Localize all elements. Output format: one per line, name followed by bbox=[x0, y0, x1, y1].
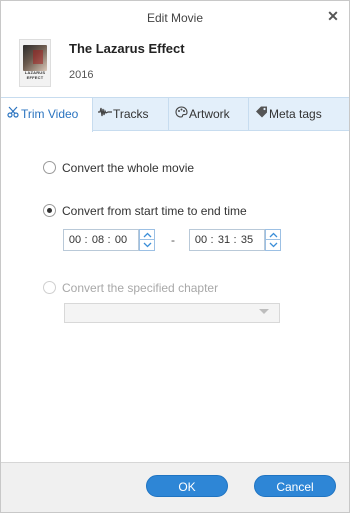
ok-button[interactable]: OK bbox=[146, 475, 228, 497]
start-minutes[interactable]: 08 bbox=[90, 230, 106, 250]
tag-icon bbox=[253, 98, 269, 130]
tab-bar: Trim Video Tracks Artwork Meta tags bbox=[1, 97, 349, 132]
tab-label: Meta tags bbox=[269, 107, 322, 121]
time-range-separator: - bbox=[171, 233, 175, 247]
start-increment-button[interactable] bbox=[139, 229, 155, 240]
title-bar: Edit Movie ✕ bbox=[1, 1, 349, 35]
end-increment-button[interactable] bbox=[265, 229, 281, 240]
chevron-down-icon bbox=[269, 242, 278, 248]
option-label: Convert from start time to end time bbox=[62, 204, 247, 218]
edit-movie-dialog: Edit Movie ✕ LAZARUS EFFECT The Lazarus … bbox=[0, 0, 350, 513]
tab-label: Tracks bbox=[113, 107, 149, 121]
chevron-down-icon bbox=[143, 242, 152, 248]
movie-header: LAZARUS EFFECT The Lazarus Effect 2016 bbox=[1, 35, 349, 97]
movie-year: 2016 bbox=[69, 69, 94, 81]
dialog-footer: OK Cancel bbox=[1, 462, 349, 512]
cancel-button[interactable]: Cancel bbox=[254, 475, 336, 497]
movie-title: The Lazarus Effect bbox=[69, 41, 185, 56]
tab-tracks[interactable]: Tracks bbox=[93, 98, 169, 130]
radio-specified-chapter bbox=[43, 281, 56, 294]
start-hours[interactable]: 00 bbox=[67, 230, 83, 250]
end-seconds[interactable]: 35 bbox=[239, 230, 255, 250]
end-time-spinner bbox=[265, 229, 281, 251]
radio-start-to-end[interactable] bbox=[43, 204, 56, 217]
tab-label: Trim Video bbox=[21, 107, 79, 121]
option-whole-movie[interactable]: Convert the whole movie bbox=[43, 160, 203, 176]
palette-icon bbox=[173, 98, 189, 130]
tab-label: Artwork bbox=[189, 107, 230, 121]
tab-trim-video[interactable]: Trim Video bbox=[1, 98, 93, 132]
start-time-input[interactable]: 00 : 08 : 00 bbox=[63, 229, 139, 251]
end-decrement-button[interactable] bbox=[265, 240, 281, 251]
start-seconds[interactable]: 00 bbox=[113, 230, 129, 250]
end-hours[interactable]: 00 bbox=[193, 230, 209, 250]
close-icon[interactable]: ✕ bbox=[326, 9, 340, 23]
tab-meta-tags[interactable]: Meta tags bbox=[249, 98, 349, 130]
waveform-icon bbox=[97, 98, 113, 130]
chevron-down-icon bbox=[259, 309, 269, 314]
end-minutes[interactable]: 31 bbox=[216, 230, 232, 250]
tab-artwork[interactable]: Artwork bbox=[169, 98, 249, 130]
start-decrement-button[interactable] bbox=[139, 240, 155, 251]
radio-whole-movie[interactable] bbox=[43, 161, 56, 174]
option-label: Convert the specified chapter bbox=[62, 281, 219, 295]
option-label: Convert the whole movie bbox=[62, 161, 195, 175]
option-specified-chapter: Convert the specified chapter bbox=[43, 280, 233, 296]
chevron-up-icon bbox=[269, 232, 278, 238]
window-title: Edit Movie bbox=[146, 11, 204, 25]
chevron-up-icon bbox=[143, 232, 152, 238]
end-time-input[interactable]: 00 : 31 : 35 bbox=[189, 229, 265, 251]
poster-title: LAZARUS EFFECT bbox=[24, 70, 46, 80]
option-start-to-end[interactable]: Convert from start time to end time bbox=[43, 203, 253, 219]
movie-poster: LAZARUS EFFECT bbox=[19, 39, 51, 87]
scissors-icon bbox=[5, 98, 21, 130]
trim-video-panel: Convert the whole movie Convert from sta… bbox=[1, 131, 349, 462]
chapter-select bbox=[64, 303, 280, 323]
start-time-spinner bbox=[139, 229, 155, 251]
